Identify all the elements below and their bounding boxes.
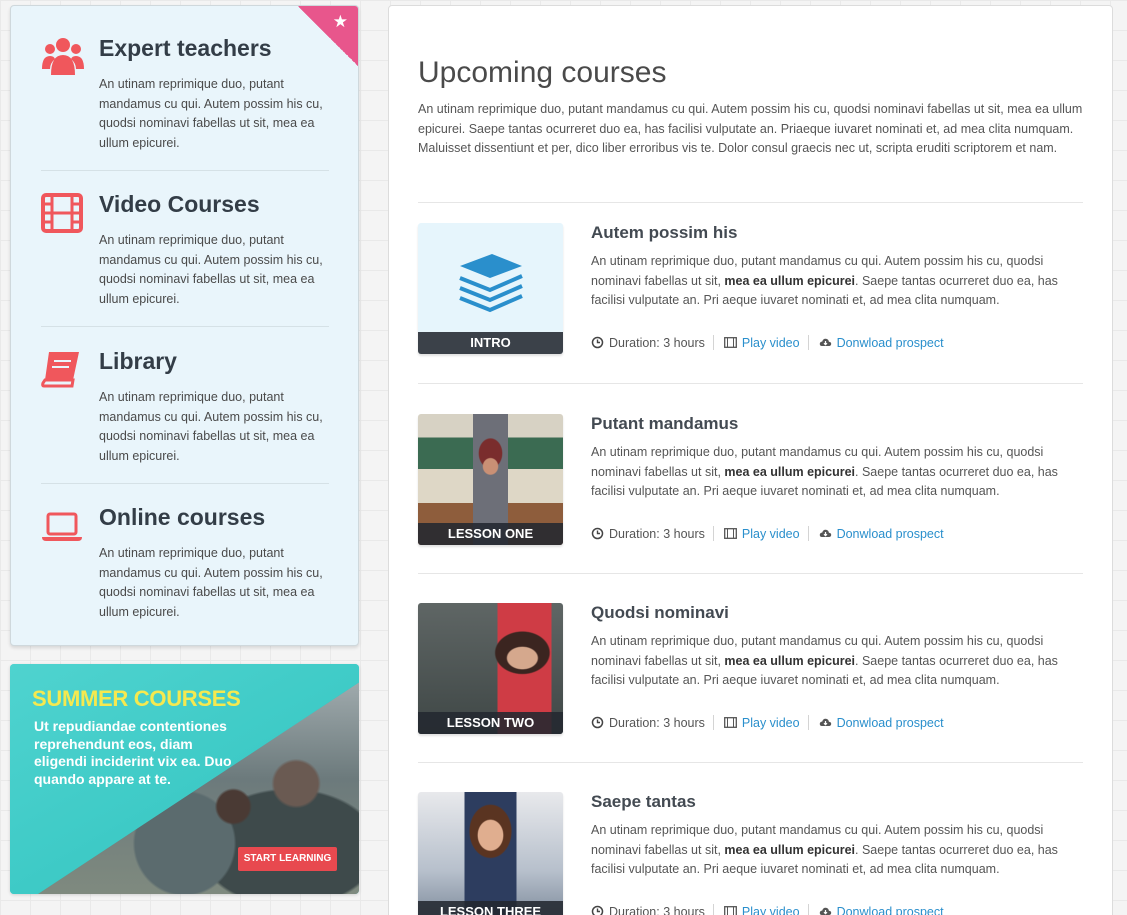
feature-title: Library — [99, 348, 177, 374]
start-learning-button[interactable]: START LEARNING — [238, 847, 337, 871]
feature-text: An utinam reprimique duo, putant mandamu… — [99, 546, 323, 619]
intro-text: An utinam reprimique duo, putant mandamu… — [418, 102, 1083, 156]
laptop-icon — [42, 512, 82, 541]
teacher-photo — [418, 792, 563, 915]
feature-text: An utinam reprimique duo, putant mandamu… — [99, 233, 323, 306]
course-title: Saepe tantas — [591, 792, 696, 811]
film-icon — [723, 717, 737, 728]
feature-video-courses: Video Courses An utinam reprimique duo, … — [41, 191, 329, 311]
course-duration: Duration: 3 hours — [609, 904, 705, 915]
course-thumbnail[interactable]: LESSON ONE — [418, 414, 563, 545]
course-thumbnail[interactable]: LESSON TWO — [418, 603, 563, 734]
thumbnail-label: LESSON ONE — [418, 523, 563, 545]
course-item: INTRO Autem possim his An utinam reprimi… — [418, 223, 1083, 373]
summer-courses-banner[interactable]: SUMMER COURSES Ut repudiandae contention… — [10, 664, 359, 894]
course-duration: Duration: 3 hours — [609, 335, 705, 350]
cloud-download-icon — [819, 529, 831, 537]
film-icon — [723, 528, 737, 539]
play-video-link[interactable]: Play video — [742, 527, 800, 541]
download-prospect-link[interactable]: Donwload prospect — [837, 716, 944, 730]
course-description: An utinam reprimique duo, putant mandamu… — [591, 634, 1058, 688]
features-box: ★ Expert teachers An utinam reprimique d… — [10, 5, 359, 646]
feature-text: An utinam reprimique duo, putant mandamu… — [99, 77, 323, 150]
feature-title: Online courses — [99, 504, 266, 530]
course-item: LESSON TWO Quodsi nominavi An utinam rep… — [418, 603, 1083, 753]
books-icon — [459, 254, 523, 313]
course-duration: Duration: 3 hours — [609, 526, 705, 541]
clock-icon — [591, 716, 604, 729]
clock-icon — [591, 905, 604, 915]
download-prospect-link[interactable]: Donwload prospect — [837, 527, 944, 541]
course-meta: Duration: 3 hours Play video Donwload pr… — [591, 526, 944, 541]
feature-divider — [41, 483, 329, 484]
feature-text: An utinam reprimique duo, putant mandamu… — [99, 390, 323, 463]
course-description: An utinam reprimique duo, putant mandamu… — [591, 445, 1058, 499]
download-prospect-link[interactable]: Donwload prospect — [837, 905, 944, 915]
course-title: Quodsi nominavi — [591, 603, 729, 622]
divider — [418, 762, 1083, 763]
divider — [418, 383, 1083, 384]
course-title: Putant mandamus — [591, 414, 739, 433]
feature-title: Expert teachers — [99, 35, 272, 61]
clock-icon — [591, 336, 604, 349]
course-meta: Duration: 3 hours Play video Donwload pr… — [591, 715, 944, 730]
star-icon: ★ — [332, 12, 348, 32]
banner-text: Ut repudiandae contentiones reprehendunt… — [34, 718, 232, 787]
course-item: LESSON ONE Putant mandamus An utinam rep… — [418, 414, 1083, 564]
course-meta: Duration: 3 hours Play video Donwload pr… — [591, 335, 944, 350]
cloud-download-icon — [819, 907, 831, 915]
clock-icon — [591, 527, 604, 540]
feature-expert-teachers: Expert teachers An utinam reprimique duo… — [41, 35, 329, 155]
book-icon — [41, 352, 79, 388]
download-prospect-link[interactable]: Donwload prospect — [837, 336, 944, 350]
feature-online-courses: Online courses An utinam reprimique duo,… — [41, 504, 329, 624]
course-description: An utinam reprimique duo, putant mandamu… — [591, 823, 1058, 877]
users-icon — [42, 38, 84, 75]
play-video-link[interactable]: Play video — [742, 905, 800, 915]
play-video-link[interactable]: Play video — [742, 716, 800, 730]
feature-divider — [41, 170, 329, 171]
banner-title: SUMMER COURSES — [32, 686, 241, 711]
main-panel: Upcoming courses An utinam reprimique du… — [388, 5, 1113, 915]
course-description: An utinam reprimique duo, putant mandamu… — [591, 254, 1058, 308]
thumbnail-label: LESSON THREE — [418, 901, 563, 915]
feature-divider — [41, 326, 329, 327]
film-icon — [41, 193, 83, 233]
thumbnail-label: INTRO — [418, 332, 563, 354]
course-item: LESSON THREE Saepe tantas An utinam repr… — [418, 792, 1083, 915]
thumbnail-label: LESSON TWO — [418, 712, 563, 734]
cloud-download-icon — [819, 338, 831, 346]
play-video-link[interactable]: Play video — [742, 336, 800, 350]
divider — [418, 573, 1083, 574]
course-duration: Duration: 3 hours — [609, 715, 705, 730]
film-icon — [723, 337, 737, 348]
course-thumbnail[interactable]: INTRO — [418, 223, 563, 354]
course-meta: Duration: 3 hours Play video Donwload pr… — [591, 904, 944, 915]
page-title: Upcoming courses — [418, 56, 667, 89]
course-thumbnail[interactable]: LESSON THREE — [418, 792, 563, 915]
feature-library: Library An utinam reprimique duo, putant… — [41, 348, 329, 468]
feature-title: Video Courses — [99, 191, 260, 217]
cloud-download-icon — [819, 718, 831, 726]
divider — [418, 202, 1083, 203]
film-icon — [723, 906, 737, 915]
course-title: Autem possim his — [591, 223, 738, 242]
